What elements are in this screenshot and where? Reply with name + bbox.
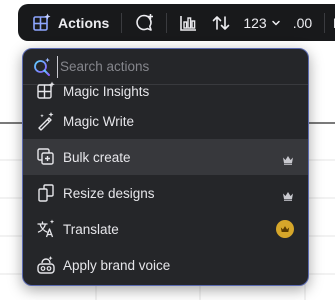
menu-item-label: Resize designs	[63, 185, 155, 201]
bold-button[interactable]: B	[331, 9, 335, 37]
table-toolbar: Actions 123 .00	[18, 4, 335, 41]
menu-item-label: Magic Insights	[63, 83, 150, 99]
brand-voice-icon	[36, 255, 56, 275]
menu-item-label: Magic Write	[63, 113, 135, 129]
actions-button[interactable]: Actions	[26, 9, 115, 37]
resize-icon	[36, 183, 56, 203]
number-format-dropdown[interactable]: 123	[237, 9, 286, 37]
crown-icon	[282, 152, 294, 165]
menu-item-label: Translate	[63, 221, 119, 237]
actions-list: Magic Insights Magic Write Bulk create R…	[23, 79, 308, 283]
add-comment-icon	[134, 13, 154, 33]
decimal-label: .00	[292, 14, 313, 31]
chart-button[interactable]	[173, 9, 205, 37]
bulk-create-icon	[36, 147, 56, 167]
chevron-down-icon	[271, 18, 281, 28]
premium-crown-badge-icon	[276, 220, 294, 238]
menu-item-apply-brand-voice[interactable]: Apply brand voice	[23, 247, 308, 283]
actions-label: Actions	[58, 14, 110, 31]
menu-item-label: Bulk create	[63, 149, 131, 165]
actions-sparkle-grid-icon	[32, 13, 52, 33]
decimal-button[interactable]: .00	[287, 9, 318, 37]
toolbar-divider	[324, 12, 326, 33]
number-format-label: 123	[243, 14, 267, 31]
magic-search-icon	[32, 57, 52, 77]
sort-arrows-icon	[211, 13, 231, 33]
menu-item-label: Apply brand voice	[63, 257, 171, 273]
search-actions-input[interactable]	[57, 55, 308, 78]
menu-item-translate[interactable]: Translate	[23, 211, 308, 247]
sort-button[interactable]	[205, 9, 237, 37]
translate-icon	[36, 219, 56, 239]
menu-item-bulk-create[interactable]: Bulk create	[23, 139, 308, 175]
comment-button[interactable]	[128, 9, 160, 37]
menu-item-resize-designs[interactable]: Resize designs	[23, 175, 308, 211]
toolbar-divider	[121, 12, 123, 33]
magic-write-icon	[36, 111, 56, 131]
actions-dropdown-panel: Magic Insights Magic Write	[22, 48, 309, 286]
crown-icon	[282, 188, 294, 201]
bar-chart-icon	[179, 13, 199, 33]
menu-item-magic-write[interactable]: Magic Write	[23, 103, 308, 139]
magic-insights-icon	[36, 81, 56, 101]
menu-item-magic-insights[interactable]: Magic Insights	[23, 79, 308, 103]
toolbar-divider	[166, 12, 168, 33]
